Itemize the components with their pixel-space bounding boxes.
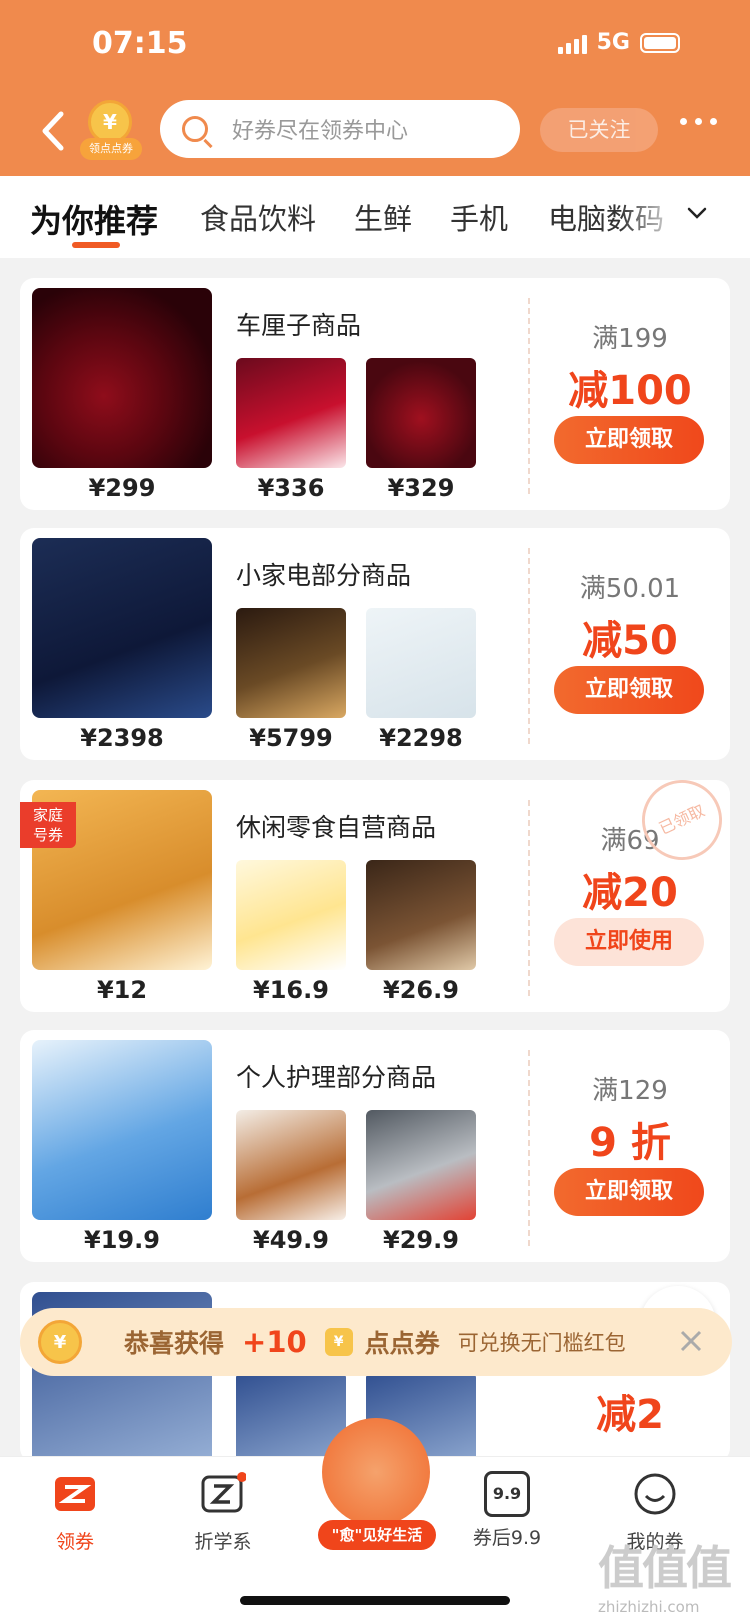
coupon-title: 小家电部分商品 (236, 561, 412, 590)
coin-badge-button[interactable]: ¥ 领点点券 (80, 100, 142, 162)
product-price: ¥12 (96, 976, 148, 1004)
smile-icon (634, 1473, 676, 1515)
z-icon (201, 1472, 247, 1513)
top-nav: ¥ 领点点券 好券尽在领券中心 已关注 (0, 96, 750, 166)
product-price: ¥16.9 (253, 976, 329, 1004)
signal-icon (557, 32, 587, 54)
battery-icon (640, 32, 680, 53)
ticket-icon: 9.9 (484, 1471, 530, 1517)
coupon-card[interactable]: ¥2398 小家电部分商品 ¥5799 ¥2298 满50.01 减50 立即领… (20, 528, 730, 760)
coupon-threshold: 满129 (592, 1076, 668, 1106)
chevron-down-icon[interactable] (686, 202, 708, 224)
back-arrow-icon[interactable] (35, 108, 71, 154)
product-image[interactable] (236, 608, 346, 718)
coupon-discount: 减2 (596, 1392, 664, 1438)
tab-recommended[interactable]: 为你推荐 (30, 196, 158, 242)
claim-button[interactable]: 立即领取 (554, 666, 704, 714)
coupon-card[interactable]: ¥19.9 个人护理部分商品 ¥49.9 ¥29.9 满129 9 折 立即领取 (20, 1030, 730, 1262)
product-image[interactable] (366, 608, 476, 718)
tab-phones[interactable]: 手机 (450, 196, 508, 238)
coupon-discount: 减100 (568, 368, 692, 414)
promo-image (322, 1418, 430, 1526)
reward-toast: ¥ 恭喜获得 +10 ¥ 点点券 可兑换无门槛红包 (20, 1308, 732, 1376)
claim-button[interactable]: 立即领取 (554, 416, 704, 464)
product-price: ¥19.9 (84, 1226, 160, 1254)
coupon-discount: 9 折 (589, 1120, 671, 1166)
product-image[interactable] (236, 1110, 346, 1220)
search-input[interactable]: 好券尽在领券中心 (160, 100, 520, 158)
coupon-title: 车厘子商品 (236, 311, 362, 340)
product-image[interactable] (366, 1110, 476, 1220)
product-price: ¥2398 (80, 724, 164, 752)
coin-icon: ¥ (38, 1320, 82, 1364)
watermark-logo: 值值值 (598, 1541, 732, 1595)
tab-food-drink[interactable]: 食品饮料 (200, 196, 316, 238)
status-right: 5G (557, 30, 680, 55)
watermark-url: zhizhizhi.com (598, 1598, 700, 1616)
product-price: ¥49.9 (253, 1226, 329, 1254)
product-image[interactable] (366, 860, 476, 970)
active-tab-indicator (72, 242, 120, 248)
home-indicator (240, 1596, 510, 1605)
product-image[interactable] (366, 358, 476, 468)
product-price: ¥29.9 (383, 1226, 459, 1254)
coupon-threshold: 满199 (592, 324, 668, 354)
small-coin-icon: ¥ (324, 1328, 353, 1356)
toast-coin-label: 点点券 (364, 1329, 440, 1358)
product-price: ¥26.9 (383, 976, 459, 1004)
nav-coupons[interactable]: 领券 (20, 1471, 130, 1554)
search-icon (182, 116, 208, 142)
use-now-button[interactable]: 立即使用 (554, 918, 704, 966)
follow-button[interactable]: 已关注 (540, 108, 658, 152)
nav-label: 券后9.9 (472, 1527, 542, 1549)
promo-label: "愈"见好生活 (318, 1520, 436, 1550)
coupon-title: 休闲零食自营商品 (236, 813, 437, 842)
nav-after-coupon-99[interactable]: 9.9 券后9.9 (452, 1471, 562, 1550)
nav-zhexuexi[interactable]: 折学系 (168, 1471, 278, 1554)
product-image[interactable] (32, 538, 212, 718)
coupon-panel: 满50.01 减50 立即领取 (530, 528, 730, 760)
watermark: 值值值 zhizhizhi.com (598, 1532, 750, 1624)
network-label: 5G (596, 30, 630, 55)
product-image[interactable] (32, 288, 212, 468)
coupon-discount: 减20 (582, 870, 678, 916)
coupon-panel: 满129 9 折 立即领取 (530, 1030, 730, 1262)
claim-button[interactable]: 立即领取 (554, 1168, 704, 1216)
product-price: ¥2298 (379, 724, 463, 752)
status-bar: 07:15 5G (0, 0, 750, 90)
coupon-panel: 满199 减100 立即领取 (530, 278, 730, 510)
product-image[interactable] (236, 860, 346, 970)
product-image[interactable] (236, 358, 346, 468)
coupon-title: 个人护理部分商品 (236, 1063, 437, 1092)
coupon-card[interactable]: 家庭 号券 ¥12 休闲零食自营商品 ¥16.9 ¥26.9 满69 减20 立… (20, 780, 730, 1012)
toast-congrats: 恭喜获得 (124, 1329, 225, 1358)
search-placeholder: 好券尽在领券中心 (232, 119, 409, 144)
more-icon[interactable] (680, 118, 717, 125)
coupon-threshold: 满50.01 (579, 574, 681, 604)
coupon-card[interactable]: ¥299 车厘子商品 ¥336 ¥329 满199 减100 立即领取 (20, 278, 730, 510)
product-price: ¥299 (88, 474, 156, 502)
category-tabs: 为你推荐 食品饮料 生鲜 手机 电脑数码 (0, 176, 750, 258)
tab-fade (620, 176, 682, 258)
coin-badge-label: 领点点券 (80, 138, 142, 160)
coupon-discount: 减50 (582, 618, 678, 664)
product-image[interactable] (32, 1040, 212, 1220)
toast-amount: +10 (242, 1325, 307, 1359)
close-icon[interactable] (676, 1326, 706, 1356)
product-price: ¥329 (387, 474, 455, 502)
product-price: ¥5799 (249, 724, 333, 752)
family-coupon-tag: 家庭 号券 (20, 802, 76, 848)
center-promo-button[interactable]: "愈"见好生活 (318, 1418, 436, 1550)
product-price: ¥336 (257, 474, 325, 502)
nav-label: 领券 (55, 1531, 94, 1553)
toast-description: 可兑换无门槛红包 (457, 1331, 626, 1355)
tab-fresh[interactable]: 生鲜 (354, 196, 412, 238)
coupon-icon (55, 1477, 95, 1511)
status-time: 07:15 (92, 26, 188, 61)
nav-label: 折学系 (194, 1531, 252, 1553)
